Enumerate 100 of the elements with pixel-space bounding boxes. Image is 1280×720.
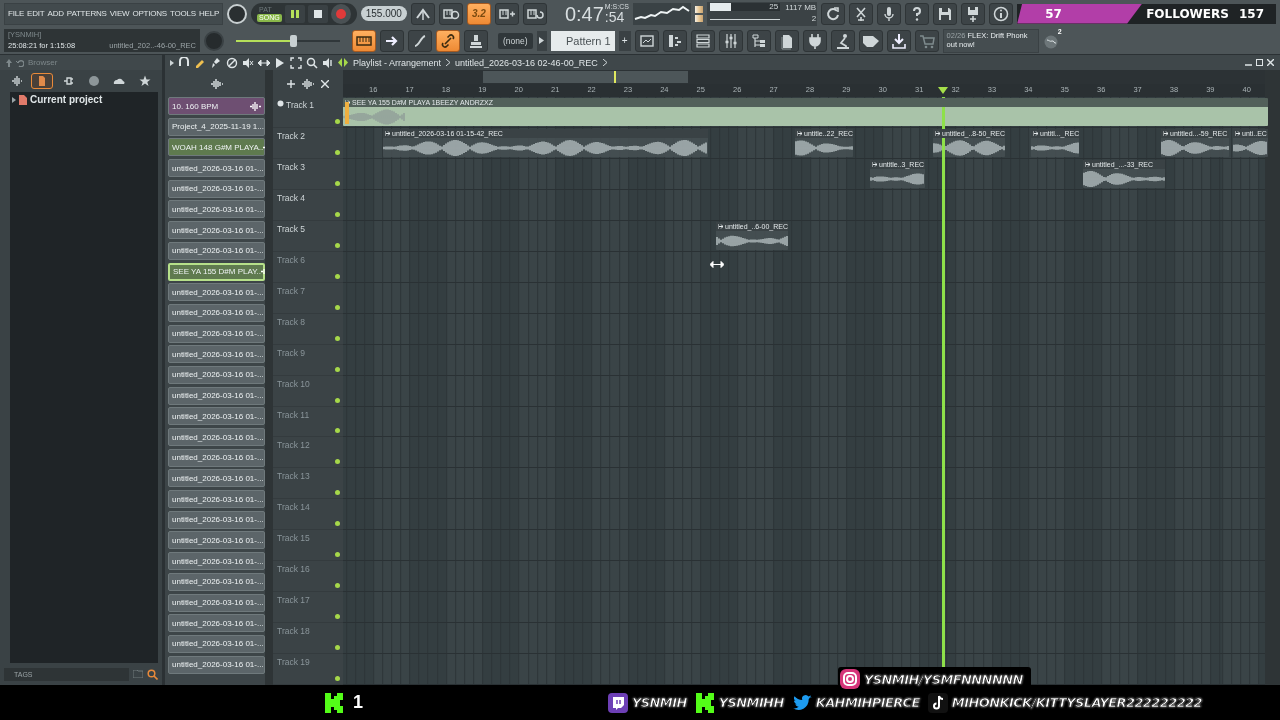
menu-item[interactable]: HELP [199,9,220,18]
track-name[interactable]: Track 8 [277,316,306,327]
toggle-button[interactable] [352,29,376,52]
pattern-play-button[interactable] [536,30,547,51]
mute-toggle[interactable] [335,676,340,682]
clip-list-item[interactable]: 10. 160 BPM [168,97,265,115]
brush-icon[interactable] [210,56,222,69]
add-pattern-button[interactable]: + [618,30,631,51]
toggle-button[interactable] [522,2,547,25]
clip-list-item[interactable]: untitled_2026-03-16 01-... [168,365,265,384]
loop-marker-icon[interactable] [345,102,349,124]
playhead-marker-icon[interactable] [938,87,948,94]
track-name[interactable]: Track 18 [277,626,310,637]
clip-list-item[interactable]: untitled_2026-03-16 01-... [168,490,265,509]
track-name[interactable]: Track 16 [277,564,310,575]
track-name[interactable]: Track 1 [286,100,315,110]
clip-list-item[interactable]: untitled_2026-03-16 01-... [168,572,265,591]
select-icon[interactable] [290,56,302,69]
menu-item[interactable]: EDIT [27,9,45,18]
clip-list-item[interactable]: untitled_2026-03-16 01-... [168,655,265,674]
track-name[interactable]: Track 10 [277,378,310,389]
clip-list-item[interactable]: untitled_2026-03-16 01-... [168,221,265,240]
delete-icon[interactable] [226,56,238,69]
toolbar-button[interactable] [849,2,874,25]
clip-list-item[interactable]: untitled_2026-03-16 01-... [168,200,265,219]
clip-list-item[interactable]: untitled_2026-03-16 01-... [168,303,265,322]
track-name[interactable]: Track 15 [277,533,310,544]
toggle-button[interactable] [410,2,435,25]
mute-toggle[interactable] [335,428,340,434]
mute-toggle[interactable] [335,397,340,403]
pattern-name[interactable]: untitled_2026-03-16 02-46-00_REC [455,57,598,68]
toggle-button[interactable] [380,29,404,52]
toolbar-button[interactable] [690,29,715,52]
toolbar-button[interactable] [877,2,902,25]
clip-list-item[interactable]: untitled_2026-03-16 01-... [168,241,265,260]
magnet-icon[interactable] [178,56,190,69]
clip-list-item[interactable]: untitled_2026-03-16 01-... [168,324,265,343]
scrollbar[interactable] [1265,70,1280,685]
mute-toggle[interactable] [335,304,340,310]
mute-toggle[interactable] [335,366,340,372]
clip-list-item[interactable]: SEE YA 155 D#M PLAY.. [168,262,265,281]
clip-list-item[interactable]: untitled_2026-03-16 01-... [168,407,265,426]
toolbar-button[interactable] [886,29,911,52]
track-name[interactable]: Track 9 [277,347,306,358]
track-name[interactable]: Track 5 [277,223,306,234]
mute-toggle[interactable] [335,459,340,465]
add-icon[interactable] [287,79,295,88]
mute-toggle[interactable] [335,149,340,155]
toggle-button[interactable] [464,29,488,52]
mute-toggle[interactable] [335,583,340,589]
toggle-button[interactable]: 3.2 [466,2,491,25]
track-name[interactable]: Track 17 [277,595,310,606]
menu-item[interactable]: VIEW [109,9,130,18]
toolbar-button[interactable] [718,29,743,52]
toolbar-button[interactable] [746,29,771,52]
track-name[interactable]: Track 12 [277,440,310,451]
clip-list-item[interactable]: untitled_2026-03-16 01-... [168,593,265,612]
toggle-button[interactable] [408,29,432,52]
toolbar-button[interactable] [933,2,958,25]
mute-toggle[interactable] [335,211,340,217]
toolbar-button[interactable] [821,2,846,25]
mute-toggle[interactable] [335,521,340,527]
menu-item[interactable]: FILE [8,9,25,18]
close-icon[interactable] [1267,59,1274,66]
scrollbar[interactable] [265,70,273,685]
browser-tab[interactable] [31,73,54,89]
zoom-icon[interactable] [306,56,318,69]
clip-list-item[interactable]: untitled_2026-03-16 01-... [168,614,265,633]
track-name[interactable]: Track 2 [277,130,306,141]
maximize-icon[interactable] [1256,59,1263,66]
clip-list-item[interactable]: untitled_2026-03-16 01-... [168,386,265,405]
pause-button[interactable] [284,4,305,23]
toolbar-button[interactable] [858,29,883,52]
track-name[interactable]: Track 3 [277,161,306,172]
mute-toggle[interactable] [335,335,340,341]
mute-toggle[interactable] [335,614,340,620]
track-name[interactable]: Track 19 [277,657,310,668]
menu-item[interactable]: OPTIONS [132,9,167,18]
clip-list-item[interactable]: untitled_2026-03-16 01-... [168,552,265,571]
clip-list-item[interactable]: untitled_2026-03-16 01-... [168,179,265,198]
clip-list-item[interactable]: untitled_2026-03-16 01-... [168,469,265,488]
mute-toggle[interactable] [335,552,340,558]
clip-list-item[interactable]: untitled_2026-03-16 01-... [168,345,265,364]
volume-thumb[interactable] [290,34,298,47]
toolbar-button[interactable] [662,29,687,52]
menu-item[interactable]: ADD [47,9,64,18]
mute-toggle[interactable] [335,273,340,279]
clip-list-item[interactable]: Project_4_2025-11-19 1... [168,117,265,136]
track-name[interactable]: Track 4 [277,192,306,203]
menu-item[interactable]: TOOLS [170,9,196,18]
clip-list-item[interactable]: WOAH 148 G#M PLAYA.. [168,138,265,157]
slice-icon[interactable] [274,56,286,69]
toggle-button[interactable] [494,2,519,25]
stop-button[interactable] [307,4,328,23]
mute-icon[interactable] [242,56,254,69]
track-name[interactable]: Track 11 [277,409,310,420]
toolbar-button[interactable] [802,29,827,52]
toolbar-button[interactable] [905,2,930,25]
toolbar-button[interactable] [774,29,799,52]
clip-list-item[interactable]: untitled_2026-03-16 01-... [168,634,265,653]
